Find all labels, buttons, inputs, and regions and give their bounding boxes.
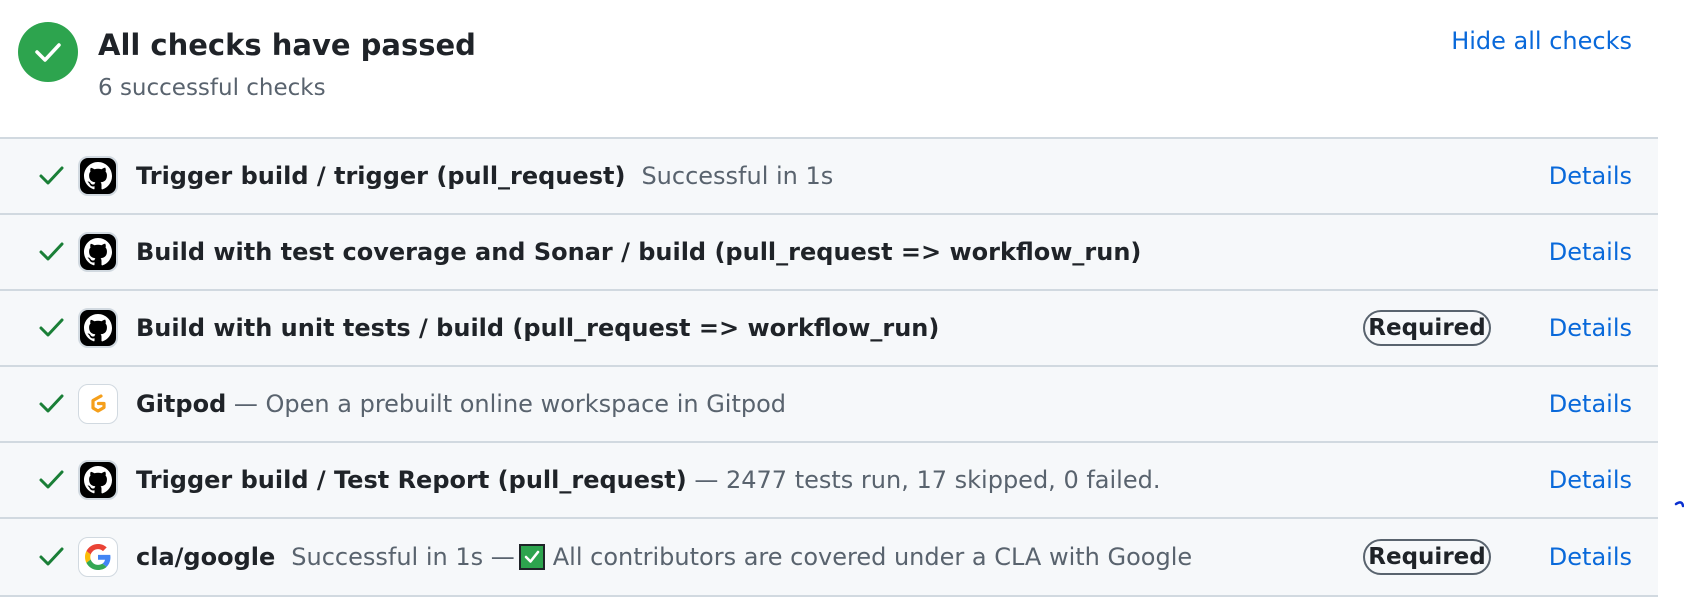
- check-mark-icon: [39, 318, 64, 337]
- check-mark-icon: [39, 166, 64, 185]
- scroll-edge-marker: [1674, 501, 1684, 508]
- check-description: 2477 tests run, 17 skipped, 0 failed.: [726, 466, 1161, 494]
- checks-summary-title: All checks have passed: [98, 28, 476, 62]
- check-description: Open a prebuilt online workspace in Gitp…: [265, 390, 787, 418]
- check-mark-icon: [39, 242, 64, 261]
- gitpod-icon: [78, 384, 118, 424]
- check-row: Build with unit tests / build (pull_requ…: [0, 291, 1658, 367]
- success-status-icon: [18, 22, 78, 82]
- required-badge: Required: [1363, 310, 1491, 346]
- github-icon: [78, 460, 118, 500]
- check-separator: —: [226, 390, 266, 418]
- google-icon: [78, 537, 118, 577]
- check-box-icon: [518, 544, 545, 570]
- check-row: Gitpod — Open a prebuilt online workspac…: [0, 367, 1658, 443]
- merge-checks-panel: All checks have passed 6 successful chec…: [0, 0, 1658, 597]
- details-link[interactable]: Details: [1549, 390, 1632, 418]
- details-link[interactable]: Details: [1549, 466, 1632, 494]
- github-icon: [78, 308, 118, 348]
- check-text: cla/google Successful in 1s — All contribu…: [136, 540, 1192, 574]
- check-mark-icon: [39, 547, 64, 566]
- check-row: cla/google Successful in 1s — All contribu…: [0, 519, 1658, 597]
- details-link[interactable]: Details: [1549, 543, 1632, 571]
- check-row: Trigger build / trigger (pull_request) Su…: [0, 139, 1658, 215]
- check-name: Trigger build / Test Report (pull_reques…: [136, 466, 687, 494]
- checks-list: Trigger build / trigger (pull_request) Su…: [0, 137, 1658, 597]
- check-mark-icon: [39, 470, 64, 489]
- check-row: Trigger build / Test Report (pull_reques…: [0, 443, 1658, 519]
- check-name: Build with unit tests / build (pull_requ…: [136, 314, 940, 342]
- details-link[interactable]: Details: [1549, 162, 1632, 190]
- check-text: Trigger build / Test Report (pull_reques…: [136, 463, 1160, 497]
- check-description-tail: All contributors are covered under a CLA…: [552, 543, 1193, 571]
- check-name: Trigger build / trigger (pull_request): [136, 162, 626, 190]
- check-name: Gitpod: [136, 390, 227, 418]
- check-text: Build with unit tests / build (pull_requ…: [136, 311, 939, 345]
- checks-summary-header: All checks have passed 6 successful chec…: [0, 0, 1658, 137]
- hide-all-checks-link[interactable]: Hide all checks: [1451, 24, 1632, 58]
- details-link[interactable]: Details: [1549, 314, 1632, 342]
- check-text: Gitpod — Open a prebuilt online workspac…: [136, 387, 786, 421]
- check-text: Build with test coverage and Sonar / bui…: [136, 235, 1141, 269]
- github-icon: [78, 156, 118, 196]
- check-separator: —: [686, 466, 726, 494]
- check-name: cla/google: [136, 543, 276, 571]
- check-mark-icon: [39, 394, 64, 413]
- required-badge: Required: [1363, 539, 1491, 575]
- check-name: Build with test coverage and Sonar / bui…: [136, 238, 1142, 266]
- check-description: Successful in 1s —: [291, 543, 515, 571]
- check-text: Trigger build / trigger (pull_request) Su…: [136, 159, 833, 193]
- check-row: Build with test coverage and Sonar / bui…: [0, 215, 1658, 291]
- checks-summary-subtitle: 6 successful checks: [98, 75, 326, 101]
- check-description: Successful in 1s: [641, 162, 834, 190]
- github-icon: [78, 232, 118, 272]
- details-link[interactable]: Details: [1549, 238, 1632, 266]
